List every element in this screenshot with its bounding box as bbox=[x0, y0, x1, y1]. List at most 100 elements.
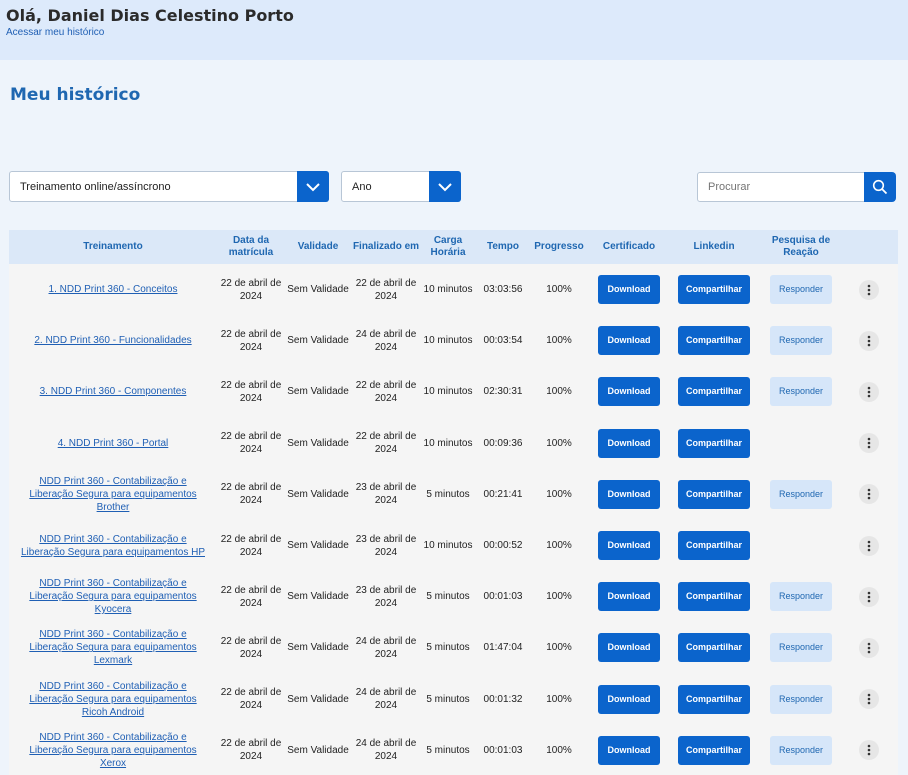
download-certificate-button[interactable]: Download bbox=[598, 531, 660, 560]
more-options-icon[interactable] bbox=[859, 689, 879, 710]
chevron-down-icon[interactable] bbox=[297, 171, 329, 202]
col-linkedin: Linkedin bbox=[693, 241, 735, 252]
training-link[interactable]: NDD Print 360 - Contabilização e Liberaç… bbox=[9, 577, 217, 616]
more-options-icon[interactable] bbox=[859, 433, 879, 454]
finished-date: 23 de abril de 2024 bbox=[355, 482, 417, 507]
greeting-text: Olá, Daniel Dias Celestino Porto bbox=[6, 6, 294, 25]
linkedin-share-button[interactable]: Compartilhar bbox=[678, 684, 750, 714]
respond-survey-button[interactable]: Responder bbox=[770, 479, 832, 509]
linkedin-share-button[interactable]: Compartilhar bbox=[678, 479, 750, 509]
more-options-icon[interactable] bbox=[859, 740, 879, 761]
training-link[interactable]: NDD Print 360 - Contabilização e Liberaç… bbox=[9, 628, 217, 667]
progress: 100% bbox=[546, 744, 572, 756]
download-certificate-button[interactable]: Download bbox=[598, 633, 660, 663]
workload: 5 minutos bbox=[426, 744, 470, 756]
time-spent: 00:01:03 bbox=[483, 591, 523, 603]
col-matricula: Data da matrícula bbox=[228, 235, 274, 258]
workload: 10 minutos bbox=[423, 284, 473, 295]
table-row: 4. NDD Print 360 - Portal 22 de abril de … bbox=[9, 418, 898, 469]
search-bar bbox=[697, 172, 896, 202]
training-link[interactable]: NDD Print 360 - Contabilização e Liberaç… bbox=[9, 475, 217, 514]
respond-survey-button[interactable]: Responder bbox=[770, 326, 832, 356]
col-pesquisa: Pesquisa de Reação bbox=[771, 235, 831, 258]
table-row: 1. NDD Print 360 - Conceitos 22 de abril … bbox=[9, 264, 898, 315]
linkedin-share-button[interactable]: Compartilhar bbox=[678, 582, 750, 612]
more-options-icon[interactable] bbox=[859, 637, 879, 658]
col-treinamento: Treinamento bbox=[83, 241, 143, 252]
search-input[interactable] bbox=[697, 172, 865, 202]
respond-survey-button[interactable]: Responder bbox=[770, 633, 832, 663]
more-options-icon[interactable] bbox=[859, 586, 879, 607]
finished-date: 24 de abril de 2024 bbox=[355, 635, 417, 660]
validity: Sem Validade bbox=[287, 488, 349, 500]
finished-date: 24 de abril de 2024 bbox=[355, 328, 417, 353]
enroll-date: 22 de abril de 2024 bbox=[220, 635, 282, 660]
download-certificate-button[interactable]: Download bbox=[598, 582, 660, 612]
col-carga: Carga Horária bbox=[430, 235, 466, 258]
download-certificate-button[interactable]: Download bbox=[598, 377, 660, 407]
col-tempo: Tempo bbox=[486, 241, 520, 252]
training-type-select[interactable]: Treinamento online/assíncrono bbox=[9, 171, 329, 202]
linkedin-share-button[interactable]: Compartilhar bbox=[678, 428, 750, 458]
workload: 10 minutos bbox=[423, 540, 473, 551]
enroll-date: 22 de abril de 2024 bbox=[220, 277, 282, 302]
validity: Sem Validade bbox=[287, 642, 349, 654]
workload: 10 minutos bbox=[423, 335, 473, 347]
col-finalizado: Finalizado em bbox=[352, 241, 420, 252]
download-certificate-button[interactable]: Download bbox=[598, 684, 660, 714]
linkedin-share-button[interactable]: Compartilhar bbox=[678, 326, 750, 356]
respond-survey-button[interactable]: Responder bbox=[770, 582, 832, 612]
respond-survey-button[interactable]: Responder bbox=[770, 377, 832, 407]
more-options-icon[interactable] bbox=[859, 330, 879, 351]
training-link[interactable]: 1. NDD Print 360 - Conceitos bbox=[39, 283, 188, 296]
more-options-icon[interactable] bbox=[859, 381, 879, 402]
workload: 5 minutos bbox=[426, 693, 470, 705]
linkedin-share-button[interactable]: Compartilhar bbox=[678, 633, 750, 663]
respond-survey-button[interactable]: Responder bbox=[770, 735, 832, 765]
table-row: 2. NDD Print 360 - Funcionalidades 22 de … bbox=[9, 315, 898, 366]
more-options-icon[interactable] bbox=[859, 279, 879, 300]
respond-survey-button[interactable]: Responder bbox=[770, 684, 832, 714]
more-options-icon[interactable] bbox=[859, 535, 879, 556]
enroll-date: 22 de abril de 2024 bbox=[220, 328, 282, 353]
respond-survey-button[interactable]: Responder bbox=[770, 275, 832, 304]
chevron-down-icon[interactable] bbox=[429, 171, 461, 202]
time-spent: 00:01:03 bbox=[483, 744, 523, 756]
training-link[interactable]: 2. NDD Print 360 - Funcionalidades bbox=[24, 334, 201, 347]
linkedin-share-button[interactable]: Compartilhar bbox=[678, 735, 750, 765]
progress: 100% bbox=[546, 540, 572, 551]
download-certificate-button[interactable]: Download bbox=[598, 275, 660, 304]
download-certificate-button[interactable]: Download bbox=[598, 479, 660, 509]
validity: Sem Validade bbox=[287, 437, 349, 449]
search-button[interactable] bbox=[864, 172, 896, 202]
enroll-date: 22 de abril de 2024 bbox=[220, 431, 282, 456]
table-row: NDD Print 360 - Contabilização e Liberaç… bbox=[9, 674, 898, 725]
training-link[interactable]: 3. NDD Print 360 - Componentes bbox=[30, 385, 197, 398]
finished-date: 22 de abril de 2024 bbox=[355, 431, 417, 456]
progress: 100% bbox=[546, 591, 572, 603]
progress: 100% bbox=[546, 284, 572, 295]
col-validade: Validade bbox=[297, 241, 339, 252]
validity: Sem Validade bbox=[287, 693, 349, 705]
training-link[interactable]: NDD Print 360 - Contabilização e Liberaç… bbox=[9, 680, 217, 719]
progress: 100% bbox=[546, 437, 572, 449]
download-certificate-button[interactable]: Download bbox=[598, 428, 660, 458]
progress: 100% bbox=[546, 488, 572, 500]
download-certificate-button[interactable]: Download bbox=[598, 735, 660, 765]
training-link[interactable]: NDD Print 360 - Contabilização e Liberaç… bbox=[9, 533, 217, 559]
linkedin-share-button[interactable]: Compartilhar bbox=[678, 275, 750, 304]
linkedin-share-button[interactable]: Compartilhar bbox=[678, 377, 750, 407]
finished-date: 22 de abril de 2024 bbox=[355, 379, 417, 404]
download-certificate-button[interactable]: Download bbox=[598, 326, 660, 356]
training-link[interactable]: NDD Print 360 - Contabilização e Liberaç… bbox=[9, 731, 217, 770]
table-header: Treinamento Data da matrícula Validade F… bbox=[9, 230, 898, 264]
more-options-icon[interactable] bbox=[859, 484, 879, 505]
linkedin-share-button[interactable]: Compartilhar bbox=[678, 531, 750, 560]
top-header: Olá, Daniel Dias Celestino Porto Acessar… bbox=[0, 0, 908, 60]
progress: 100% bbox=[546, 693, 572, 705]
history-link[interactable]: Acessar meu histórico bbox=[6, 27, 104, 38]
year-select[interactable]: Ano bbox=[341, 171, 461, 202]
training-link[interactable]: 4. NDD Print 360 - Portal bbox=[48, 437, 179, 450]
table-row: NDD Print 360 - Contabilização e Liberaç… bbox=[9, 520, 898, 571]
time-spent: 00:01:32 bbox=[483, 693, 523, 705]
